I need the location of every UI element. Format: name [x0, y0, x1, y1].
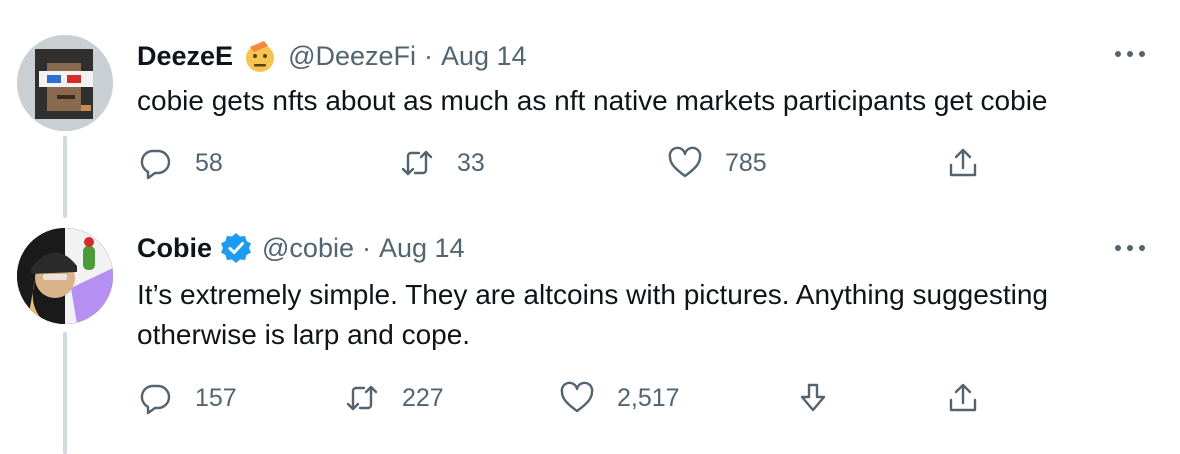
retweet-icon — [401, 150, 433, 176]
saluting-face-emoji-icon — [242, 38, 278, 74]
share-icon — [949, 383, 977, 412]
display-name[interactable]: DeezeE — [137, 41, 233, 72]
dot-separator: · — [424, 40, 434, 71]
tweet-date[interactable]: Aug 14 — [441, 41, 527, 72]
heart-icon — [560, 381, 594, 413]
avatar[interactable] — [17, 35, 113, 131]
more-options-icon[interactable] — [1110, 42, 1150, 66]
tweet-text: cobie gets nfts about as much as nft nat… — [137, 85, 1048, 116]
thread-line — [63, 136, 67, 218]
like-count: 2,517 — [617, 383, 680, 412]
retweet-count: 227 — [402, 383, 444, 412]
retweet-button[interactable]: 227 — [344, 380, 444, 416]
user-handle[interactable]: @DeezeFi — [288, 41, 416, 72]
like-button[interactable]: 2,517 — [559, 380, 680, 416]
tweet-header: Cobie @cobie · Aug 14 — [137, 232, 465, 264]
tweet[interactable]: DeezeE @DeezeFi · Aug 14 cobie gets nfts… — [137, 38, 1180, 198]
tip-button[interactable] — [795, 380, 831, 416]
tweet[interactable]: Cobie @cobie · Aug 14 It’s extremely sim… — [137, 232, 1180, 432]
tip-icon — [800, 383, 826, 412]
avatar[interactable] — [17, 228, 113, 324]
reply-icon — [140, 149, 171, 180]
tweet-header: DeezeE @DeezeFi · Aug 14 — [137, 38, 527, 74]
reply-button[interactable]: 157 — [137, 380, 237, 416]
tweet-text: It’s extremely simple. They are altcoins… — [137, 279, 1048, 350]
share-button[interactable] — [945, 145, 981, 181]
retweet-count: 33 — [457, 148, 485, 177]
thread-line — [63, 332, 67, 454]
reply-icon — [140, 384, 171, 415]
reply-count: 58 — [195, 148, 223, 177]
like-button[interactable]: 785 — [667, 145, 767, 181]
reply-count: 157 — [195, 383, 237, 412]
user-handle[interactable]: @cobie — [262, 233, 354, 264]
verified-badge-icon — [220, 232, 252, 264]
share-button[interactable] — [945, 380, 981, 416]
share-icon — [949, 148, 977, 177]
like-count: 785 — [725, 148, 767, 177]
display-name[interactable]: Cobie — [137, 233, 212, 264]
heart-icon — [668, 146, 702, 178]
tweet-date[interactable]: Aug 14 — [379, 233, 465, 264]
reply-button[interactable]: 58 — [137, 145, 223, 181]
dot-separator: · — [361, 232, 371, 263]
retweet-button[interactable]: 33 — [399, 145, 485, 181]
retweet-icon — [346, 385, 378, 411]
more-options-icon[interactable] — [1110, 236, 1150, 260]
